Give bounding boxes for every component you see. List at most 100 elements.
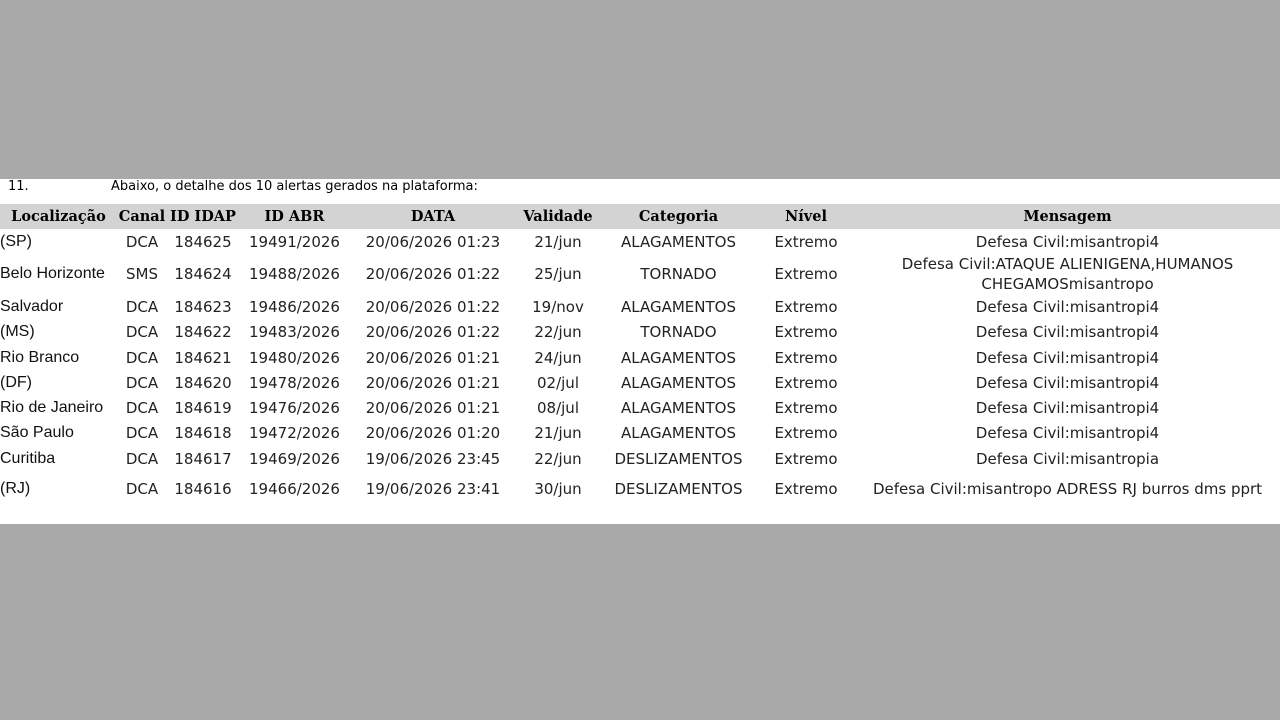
cell-mensagem: Defesa Civil:misantropo ADRESS RJ burros… — [872, 480, 1263, 499]
cell-id-idap: 184623 — [174, 297, 232, 316]
cell-id-idap: 184616 — [174, 480, 232, 499]
cell-data: 20/06/2026 01:22 — [365, 323, 501, 342]
table-row: (RJ) DCA 184616 19466/2026 19/06/2026 23:41 3… — [0, 471, 1280, 507]
cell-validade: 24/jun — [534, 348, 582, 367]
cell-nivel: Extremo — [774, 373, 838, 392]
cell-canal: DCA — [125, 323, 159, 342]
cell-canal: DCA — [125, 449, 159, 468]
cell-categoria: ALAGAMENTOS — [621, 373, 736, 392]
cell-mensagem: Defesa Civil:misantropi4 — [975, 232, 1160, 251]
cell-data: 19/06/2026 23:45 — [365, 449, 501, 468]
cell-canal: DCA — [125, 232, 159, 251]
cell-validade: 19/nov — [532, 297, 584, 316]
cell-mensagem: Defesa Civil:misantropi4 — [975, 424, 1160, 443]
header-nivel: Nível — [785, 208, 827, 225]
cell-id-idap: 184618 — [174, 424, 232, 443]
cell-localizacao: Salvador — [0, 297, 64, 315]
cell-id-abr: 19480/2026 — [249, 348, 340, 367]
cell-categoria: TORNADO — [640, 323, 717, 342]
cell-validade: 30/jun — [534, 480, 582, 499]
cell-data: 20/06/2026 01:20 — [365, 424, 501, 443]
cell-localizacao: (SP) — [0, 232, 32, 250]
cell-nivel: Extremo — [774, 265, 838, 284]
cell-canal: DCA — [125, 348, 159, 367]
cell-categoria: DESLIZAMENTOS — [614, 480, 743, 499]
cell-validade: 02/jul — [537, 373, 579, 392]
cell-nivel: Extremo — [774, 323, 838, 342]
cell-data: 20/06/2026 01:22 — [365, 297, 501, 316]
cell-validade: 08/jul — [537, 399, 579, 418]
cell-nivel: Extremo — [774, 480, 838, 499]
table-header-row: Localização Canal ID IDAP ID ABR DATA Va… — [0, 204, 1280, 229]
table-row: Salvador DCA 184623 19486/2026 20/06/2026 01… — [0, 294, 1280, 319]
cell-categoria: DESLIZAMENTOS — [614, 449, 743, 468]
cell-mensagem: Defesa Civil:misantropi4 — [975, 323, 1160, 342]
table-row: (SP) DCA 184625 19491/2026 20/06/2026 01:23 2… — [0, 229, 1280, 254]
cell-id-abr: 19486/2026 — [249, 297, 340, 316]
cell-mensagem: Defesa Civil:ATAQUE ALIENIGENA,HUMANOS C… — [901, 255, 1234, 294]
cell-id-idap: 184621 — [174, 348, 232, 367]
caption-text: Abaixo, o detalhe dos 10 alertas gerados… — [111, 179, 478, 194]
table-row: Rio Branco DCA 184621 19480/2026 20/06/2026 … — [0, 345, 1280, 370]
cell-canal: DCA — [125, 297, 159, 316]
cell-mensagem: Defesa Civil:misantropi4 — [975, 297, 1160, 316]
cell-nivel: Extremo — [774, 232, 838, 251]
table-row: Rio de Janeiro DCA 184619 19476/2026 20/06/2… — [0, 395, 1280, 420]
cell-validade: 21/jun — [534, 424, 582, 443]
table-row: Curitiba DCA 184617 19469/2026 19/06/2026 23… — [0, 446, 1280, 471]
table-row: (MS) DCA 184622 19483/2026 20/06/2026 01:22 2… — [0, 320, 1280, 345]
cell-data: 19/06/2026 23:41 — [365, 480, 501, 499]
cell-nivel: Extremo — [774, 424, 838, 443]
cell-id-idap: 184619 — [174, 399, 232, 418]
header-id-idap: ID IDAP — [170, 208, 236, 225]
cell-validade: 21/jun — [534, 232, 582, 251]
header-id-abr: ID ABR — [264, 208, 325, 225]
cell-id-idap: 184617 — [174, 449, 232, 468]
cell-categoria: ALAGAMENTOS — [621, 424, 736, 443]
table-row: (DF) DCA 184620 19478/2026 20/06/2026 01:21 0… — [0, 370, 1280, 395]
cell-data: 20/06/2026 01:21 — [365, 348, 501, 367]
cell-nivel: Extremo — [774, 399, 838, 418]
header-canal: Canal — [118, 208, 166, 225]
cell-id-abr: 19478/2026 — [249, 373, 340, 392]
cell-canal: DCA — [125, 480, 159, 499]
cell-id-abr: 19472/2026 — [249, 424, 340, 443]
header-localizacao: Localização — [11, 208, 106, 225]
cell-nivel: Extremo — [774, 449, 838, 468]
cell-categoria: TORNADO — [640, 265, 717, 284]
cell-localizacao: (RJ) — [0, 480, 31, 498]
table-caption: 11. Abaixo, o detalhe dos 10 alertas ger… — [0, 179, 1280, 204]
table-row: São Paulo DCA 184618 19472/2026 20/06/2026 0… — [0, 421, 1280, 446]
cell-canal: DCA — [125, 373, 159, 392]
cell-canal: DCA — [125, 399, 159, 418]
cell-canal: SMS — [126, 265, 158, 284]
cell-id-abr: 19491/2026 — [249, 232, 340, 251]
cell-data: 20/06/2026 01:22 — [365, 265, 501, 284]
cell-categoria: ALAGAMENTOS — [621, 297, 736, 316]
header-data: DATA — [410, 208, 456, 225]
cell-mensagem: Defesa Civil:misantropi4 — [975, 373, 1160, 392]
cell-data: 20/06/2026 01:21 — [365, 373, 501, 392]
cell-id-abr: 19483/2026 — [249, 323, 340, 342]
cell-localizacao: São Paulo — [0, 424, 74, 442]
cell-data: 20/06/2026 01:21 — [365, 399, 501, 418]
cell-localizacao: Rio Branco — [0, 348, 80, 366]
cell-canal: DCA — [125, 424, 159, 443]
cell-data: 20/06/2026 01:23 — [365, 232, 501, 251]
cell-id-abr: 19488/2026 — [249, 265, 340, 284]
document-page: 11. Abaixo, o detalhe dos 10 alertas ger… — [0, 179, 1280, 524]
cell-id-abr: 19476/2026 — [249, 399, 340, 418]
cell-id-idap: 184625 — [174, 232, 232, 251]
cell-validade: 22/jun — [534, 323, 582, 342]
cell-id-abr: 19469/2026 — [249, 449, 340, 468]
cell-id-idap: 184620 — [174, 373, 232, 392]
cell-validade: 25/jun — [534, 265, 582, 284]
cell-categoria: ALAGAMENTOS — [621, 399, 736, 418]
cell-id-abr: 19466/2026 — [249, 480, 340, 499]
table-body: (SP) DCA 184625 19491/2026 20/06/2026 01:23 2… — [0, 229, 1280, 507]
cell-id-idap: 184622 — [174, 323, 232, 342]
cell-categoria: ALAGAMENTOS — [621, 348, 736, 367]
cell-validade: 22/jun — [534, 449, 582, 468]
header-mensagem: Mensagem — [1023, 208, 1112, 225]
header-categoria: Categoria — [638, 208, 719, 225]
